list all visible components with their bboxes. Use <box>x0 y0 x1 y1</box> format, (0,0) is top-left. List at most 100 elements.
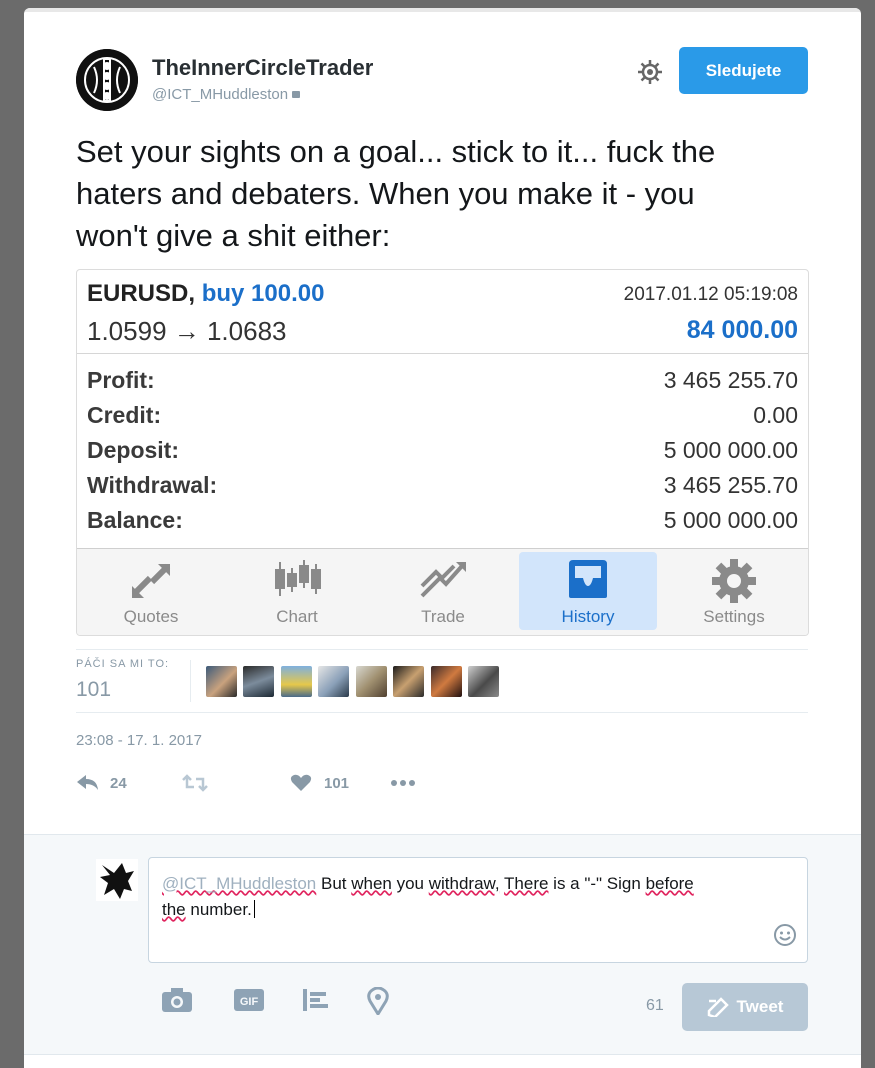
handle-text: @ICT_MHuddleston <box>152 86 289 103</box>
poll-icon[interactable] <box>301 987 331 1018</box>
tweet-button-label: Tweet <box>736 997 784 1016</box>
stat-row-profit: Profit: 3 465 255.70 <box>87 367 798 402</box>
stat-row-deposit: Deposit: 5 000 000.00 <box>87 437 798 472</box>
tab-trade: Trade <box>374 552 512 630</box>
likes-count[interactable]: 101 <box>76 678 111 702</box>
character-counter: 61 <box>646 997 664 1014</box>
tab-label: Chart <box>276 607 318 626</box>
bottom-strip <box>24 1054 861 1068</box>
stat-row-credit: Credit: 0.00 <box>87 402 798 437</box>
following-button[interactable]: Sledujete <box>679 47 808 94</box>
like-count: 101 <box>324 774 350 792</box>
tab-chart: Chart <box>228 552 366 630</box>
like-action[interactable]: 101 <box>290 770 349 796</box>
reply-mention: @ICT_MHuddleston <box>162 874 317 893</box>
tab-label: Quotes <box>123 607 179 626</box>
stat-label: Deposit: <box>87 437 179 463</box>
liker-avatar[interactable] <box>318 666 350 697</box>
retweet-action[interactable] <box>182 770 208 796</box>
misspelled-word: before <box>645 874 694 893</box>
stat-value: 0.00 <box>753 402 798 428</box>
text-caret <box>253 900 255 918</box>
stat-label: Credit: <box>87 402 162 428</box>
stat-row-balance: Balance: 5 000 000.00 <box>87 507 798 542</box>
liker-avatar[interactable] <box>355 666 387 697</box>
tab-label: History <box>561 607 615 626</box>
compose-feather-icon <box>707 997 729 1017</box>
likes-block: PÁČI SA MI TO: 101 <box>76 649 808 713</box>
reply-input[interactable]: @ICT_MHuddleston But when you withdraw, … <box>148 857 808 963</box>
liker-avatar[interactable] <box>468 666 500 697</box>
tab-history: History <box>519 552 657 630</box>
liker-avatar[interactable] <box>280 666 312 697</box>
reply-text-part: But <box>316 874 352 893</box>
svg-text:GIF: GIF <box>240 996 259 1008</box>
tweet-button[interactable]: Tweet <box>682 983 808 1031</box>
symbol: EURUSD, <box>87 280 196 307</box>
inbox-tray-icon <box>569 560 607 598</box>
stat-label: Profit: <box>87 367 155 393</box>
user-avatar[interactable] <box>96 859 138 901</box>
liker-avatar[interactable] <box>393 666 425 697</box>
divider <box>77 353 808 354</box>
candlestick-icon <box>275 560 321 596</box>
trade-prices: 1.0599 → 1.0683 <box>87 316 287 346</box>
location-pin-icon[interactable] <box>367 986 389 1020</box>
stat-value: 3 465 255.70 <box>663 472 798 498</box>
tab-settings: Settings <box>665 552 803 630</box>
liker-avatar[interactable] <box>206 666 237 697</box>
reply-input-text[interactable]: @ICT_MHuddleston But when you withdraw, … <box>162 871 762 923</box>
trade-amount: 84 000.00 <box>686 316 798 344</box>
lock-icon <box>292 91 301 98</box>
misspelled-word: when <box>351 874 392 893</box>
reply-composer: @ICT_MHuddleston But when you withdraw, … <box>24 834 861 1055</box>
tweet-text: Set your sights on a goal... stick to it… <box>76 134 716 253</box>
more-dots-icon <box>391 780 415 786</box>
stat-value: 5 000 000.00 <box>663 437 798 463</box>
trade-datetime: 2017.01.12 05:19:08 <box>623 284 798 305</box>
misspelled-word: the <box>162 900 186 919</box>
reply-text-part: you <box>391 874 429 893</box>
liker-avatars <box>206 666 501 702</box>
quotes-icon <box>131 563 171 598</box>
reply-text-part: number. <box>185 900 252 919</box>
retweet-icon <box>182 774 208 792</box>
more-action[interactable] <box>390 770 416 796</box>
settings-gear-icon <box>712 559 756 603</box>
reply-icon <box>77 775 98 790</box>
trade-icon <box>420 562 466 598</box>
gif-icon[interactable]: GIF <box>233 987 265 1018</box>
reply-count: 24 <box>110 774 127 792</box>
tab-label: Trade <box>421 607 465 626</box>
emoji-icon[interactable] <box>773 923 797 952</box>
camera-icon[interactable] <box>161 987 193 1018</box>
liker-avatar[interactable] <box>243 666 275 697</box>
reply-action[interactable]: 24 <box>76 770 127 796</box>
tweet-card: TheInnerCircleTrader @ICT_MHuddleston Sl… <box>24 8 861 1068</box>
misspelled-word: There <box>504 874 549 893</box>
reply-text-part: is a "-" Sign <box>548 874 646 893</box>
liker-avatar[interactable] <box>430 666 462 697</box>
stat-label: Balance: <box>87 507 183 533</box>
mt-tab-bar: Quotes Chart Trade History Settings <box>77 548 808 635</box>
stat-row-withdrawal: Withdrawal: 3 465 255.70 <box>87 472 798 507</box>
avatar[interactable] <box>76 49 138 111</box>
likes-label: PÁČI SA MI TO: <box>76 658 170 670</box>
misspelled-word: withdraw, <box>428 874 500 893</box>
timestamp[interactable]: 23:08 - 17. 1. 2017 <box>76 732 202 749</box>
heart-icon <box>290 774 312 791</box>
tab-quotes: Quotes <box>82 552 220 630</box>
stat-label: Withdrawal: <box>87 472 218 498</box>
stat-value: 5 000 000.00 <box>663 507 798 533</box>
attached-image[interactable]: EURUSD, buy 100.00 2017.01.12 05:19:08 1… <box>76 269 809 636</box>
stat-value: 3 465 255.70 <box>663 367 798 393</box>
display-name[interactable]: TheInnerCircleTrader <box>152 55 373 81</box>
tweet-actions: 24 101 <box>76 770 476 796</box>
tab-label: Settings <box>703 607 765 626</box>
divider <box>190 660 191 702</box>
trade-title: EURUSD, buy 100.00 <box>87 280 324 308</box>
top-strip <box>24 8 861 12</box>
trade-side: buy 100.00 <box>201 280 325 307</box>
gear-icon[interactable] <box>636 58 664 86</box>
handle[interactable]: @ICT_MHuddleston <box>152 86 301 103</box>
